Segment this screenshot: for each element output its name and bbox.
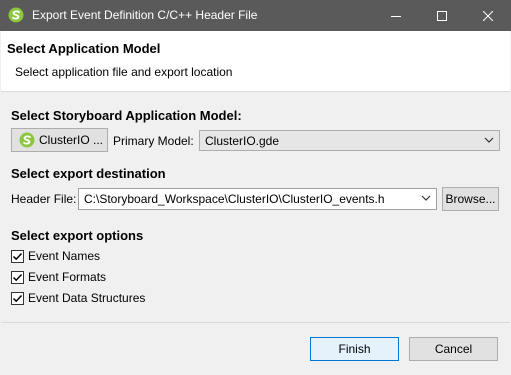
window-title: Export Event Definition C/C++ Header Fil… <box>32 8 258 22</box>
select-application-label: ClusterIO ... <box>39 133 104 147</box>
event-data-structures-option[interactable]: Event Data Structures <box>11 290 145 306</box>
wizard-body: Select Storyboard Application Model: Clu… <box>1 101 510 323</box>
checkmark-icon <box>12 273 23 281</box>
model-section-label: Select Storyboard Application Model: <box>11 108 242 123</box>
header-file-input[interactable]: C:\Storyboard_Workspace\ClusterIO\Cluste… <box>78 188 437 210</box>
storyboard-logo-icon <box>8 7 24 23</box>
event-formats-checkbox[interactable] <box>11 270 24 284</box>
event-names-checkbox[interactable] <box>11 249 24 263</box>
primary-model-label: Primary Model: <box>113 134 194 148</box>
event-data-structures-label: Event Data Structures <box>28 291 146 305</box>
event-data-structures-checkbox[interactable] <box>11 291 24 305</box>
cancel-button[interactable]: Cancel <box>409 337 498 361</box>
maximize-icon <box>437 10 447 21</box>
primary-model-select[interactable]: ClusterIO.gde <box>199 130 500 151</box>
close-button[interactable] <box>465 0 511 31</box>
cancel-label: Cancel <box>434 342 473 356</box>
options-section-label: Select export options <box>11 228 144 243</box>
select-application-button[interactable]: ClusterIO ... <box>11 128 108 152</box>
title-bar: Export Event Definition C/C++ Header Fil… <box>0 0 511 31</box>
header-file-label: Header File: <box>11 192 77 206</box>
checkmark-icon <box>12 252 23 260</box>
browse-label: Browse... <box>445 192 496 206</box>
close-icon <box>483 10 493 21</box>
finish-label: Finish <box>338 342 371 356</box>
event-names-label: Event Names <box>28 249 101 263</box>
primary-model-value: ClusterIO.gde <box>205 134 280 148</box>
button-bar: Finish Cancel <box>1 322 510 374</box>
storyboard-logo-icon <box>19 132 35 148</box>
event-formats-label: Event Formats <box>28 270 107 284</box>
chevron-down-icon <box>484 137 494 143</box>
header-file-value: C:\Storyboard_Workspace\ClusterIO\Cluste… <box>84 192 385 206</box>
minimize-icon <box>391 15 401 17</box>
page-description: Select application file and export locat… <box>15 65 233 79</box>
destination-section-label: Select export destination <box>11 166 166 181</box>
finish-button[interactable]: Finish <box>310 337 399 361</box>
chevron-down-icon <box>421 195 431 201</box>
page-title: Select Application Model <box>7 41 161 56</box>
event-formats-option[interactable]: Event Formats <box>11 269 106 285</box>
wizard-header: Select Application Model Select applicat… <box>1 31 510 92</box>
maximize-button[interactable] <box>419 0 465 31</box>
event-names-option[interactable]: Event Names <box>11 248 100 264</box>
browse-button[interactable]: Browse... <box>442 187 499 211</box>
minimize-button[interactable] <box>373 0 419 31</box>
checkmark-icon <box>12 294 23 302</box>
